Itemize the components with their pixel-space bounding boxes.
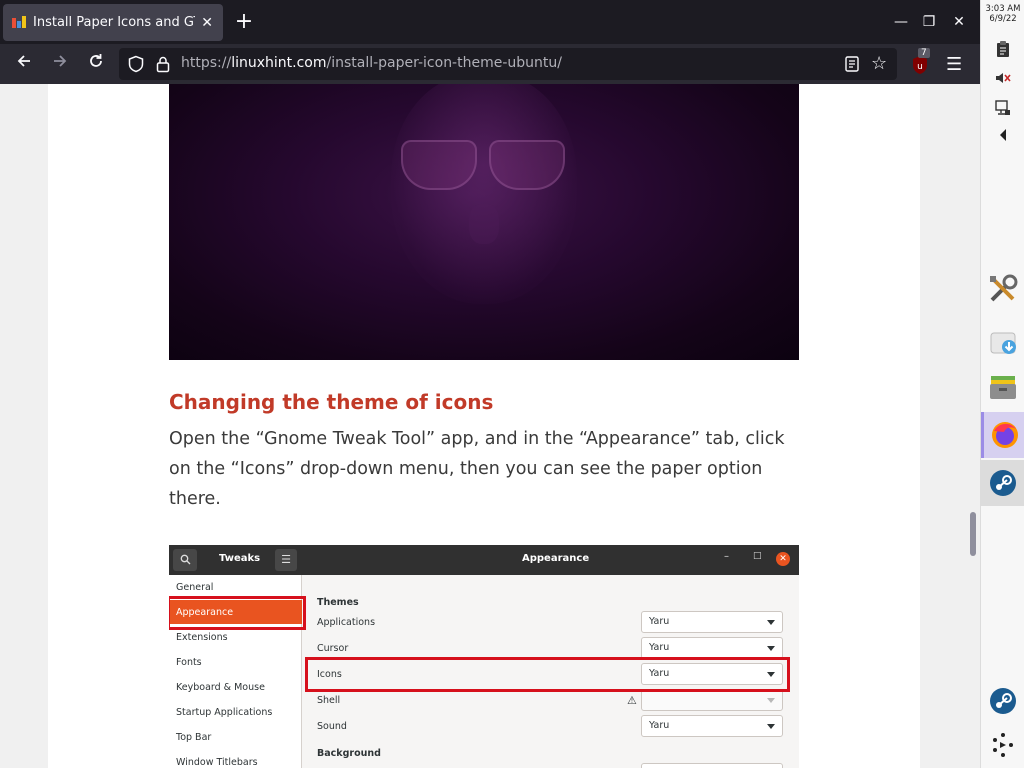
restore-button[interactable]: ❐: [919, 12, 939, 32]
archive-manager-icon[interactable]: [981, 364, 1024, 410]
tab-bar: Install Paper Icons and GTK ✕ + — ❐ ✕: [0, 0, 980, 44]
steam-tray-icon[interactable]: [981, 678, 1024, 724]
close-window-button[interactable]: ✕: [949, 12, 969, 32]
tab-title: Install Paper Icons and GTK: [33, 15, 196, 30]
tweaks-main-panel: Themes Applications Yaru Cursor Yaru Ico…: [303, 575, 799, 768]
url-domain: linuxhint.com: [231, 55, 327, 71]
appearance-title: Appearance: [522, 553, 590, 564]
bookmark-star-icon[interactable]: ☆: [871, 53, 887, 74]
tweaks-screenshot: Tweaks ☰ Appearance – □ ✕ General Appear…: [169, 545, 799, 768]
sidebar-item-top-bar: Top Bar: [176, 732, 212, 743]
volume-muted-icon[interactable]: [993, 69, 1013, 89]
section-heading: Changing the theme of icons: [169, 390, 494, 414]
hamburger-icon: ☰: [275, 549, 297, 571]
collapse-arrow-icon[interactable]: [993, 128, 1013, 148]
sidebar-item-startup-applications: Startup Applications: [176, 707, 273, 718]
sound-label: Sound: [317, 721, 347, 732]
url-bar[interactable]: https://linuxhint.com/install-paper-icon…: [119, 48, 897, 80]
taskbar: 3:03 AM 6/9/22: [980, 0, 1024, 768]
search-icon: [173, 549, 197, 571]
minimize-icon: –: [724, 551, 729, 562]
cursor-dropdown: Yaru: [641, 637, 783, 659]
clipboard-icon[interactable]: [993, 40, 1013, 60]
system-settings-icon[interactable]: [981, 266, 1024, 312]
new-tab-button[interactable]: +: [233, 11, 255, 34]
downloads-icon[interactable]: [981, 318, 1024, 364]
background-dropdown: [641, 763, 783, 768]
sidebar-item-window-titlebars: Window Titlebars: [176, 757, 258, 768]
ublock-count-badge: 7: [918, 48, 930, 58]
reader-view-icon[interactable]: [845, 56, 859, 72]
navigation-toolbar: https://linuxhint.com/install-paper-icon…: [0, 44, 980, 84]
left-glasses-lens: [401, 140, 477, 190]
hero-image: [169, 84, 799, 360]
tab-close-icon[interactable]: ✕: [199, 15, 215, 31]
hamburger-menu-icon[interactable]: ☰: [946, 54, 962, 75]
tweaks-title: Tweaks: [219, 553, 261, 564]
maximize-icon: □: [753, 551, 762, 561]
firefox-icon[interactable]: [981, 412, 1024, 458]
svg-text:u: u: [917, 62, 923, 72]
article-paragraph: Open the “Gnome Tweak Tool” app, and in …: [169, 429, 785, 509]
lock-icon[interactable]: [155, 55, 171, 73]
sound-value: Yaru: [649, 720, 670, 731]
themes-heading: Themes: [317, 597, 359, 608]
linuxhint-favicon-icon: [11, 15, 27, 31]
tweaks-sidebar: General Appearance Extensions Fonts Keyb…: [169, 575, 306, 768]
url-text[interactable]: https://linuxhint.com/install-paper-icon…: [181, 55, 562, 71]
app-launcher-icon[interactable]: [981, 722, 1024, 768]
warning-icon: ⚠: [627, 694, 637, 707]
cursor-value: Yaru: [649, 642, 670, 653]
tab-active[interactable]: Install Paper Icons and GTK ✕: [3, 4, 223, 41]
dropdown-arrow-icon: [767, 698, 775, 703]
forward-button[interactable]: [48, 52, 72, 76]
page-viewport: Changing the theme of icons Open the “Gn…: [0, 84, 980, 768]
minimize-button[interactable]: —: [891, 12, 911, 32]
applications-value: Yaru: [649, 616, 670, 627]
tweaks-headerbar: Tweaks ☰ Appearance – □ ✕: [169, 545, 799, 575]
reload-icon: [90, 54, 102, 67]
article-body: Changing the theme of icons Open the “Gn…: [48, 84, 920, 768]
dropdown-arrow-icon: [767, 646, 775, 651]
shell-label: Shell: [317, 695, 341, 706]
close-icon: ✕: [776, 552, 790, 566]
appearance-highlight-box: [169, 596, 306, 630]
icons-highlight-box: [305, 657, 790, 692]
clock-date: 6/9/22: [989, 14, 1017, 24]
sidebar-item-fonts: Fonts: [176, 657, 202, 668]
reload-button[interactable]: [84, 52, 108, 76]
sound-dropdown: Yaru: [641, 715, 783, 737]
shell-dropdown: [641, 689, 783, 711]
clock[interactable]: 3:03 AM 6/9/22: [981, 4, 1024, 24]
dropdown-arrow-icon: [767, 724, 775, 729]
tracking-protection-shield-icon[interactable]: [127, 55, 145, 73]
browser-window: Install Paper Icons and GTK ✕ + — ❐ ✕ ht…: [0, 0, 980, 768]
background-heading: Background: [317, 748, 381, 759]
page-scrollbar-thumb[interactable]: [970, 512, 976, 556]
back-arrow-icon: [17, 55, 30, 67]
dropdown-arrow-icon: [767, 620, 775, 625]
sidebar-item-extensions: Extensions: [176, 632, 228, 643]
clock-time: 3:03 AM: [985, 4, 1021, 14]
nose-shadow: [469, 204, 499, 244]
ublock-origin-button[interactable]: u 7: [910, 48, 930, 76]
applications-dropdown: Yaru: [641, 611, 783, 633]
network-icon[interactable]: [993, 99, 1013, 119]
face-silhouette: [391, 84, 577, 304]
sidebar-item-keyboard-mouse: Keyboard & Mouse: [176, 682, 265, 693]
forward-arrow-icon: [54, 55, 67, 67]
applications-label: Applications: [317, 617, 376, 628]
steam-icon[interactable]: [981, 460, 1024, 506]
url-path: /install-paper-icon-theme-ubuntu/: [326, 55, 562, 71]
cursor-label: Cursor: [317, 643, 349, 654]
back-button[interactable]: [12, 52, 36, 76]
sidebar-item-general: General: [176, 582, 214, 593]
url-scheme: https://: [181, 55, 232, 71]
right-glasses-lens: [489, 140, 565, 190]
